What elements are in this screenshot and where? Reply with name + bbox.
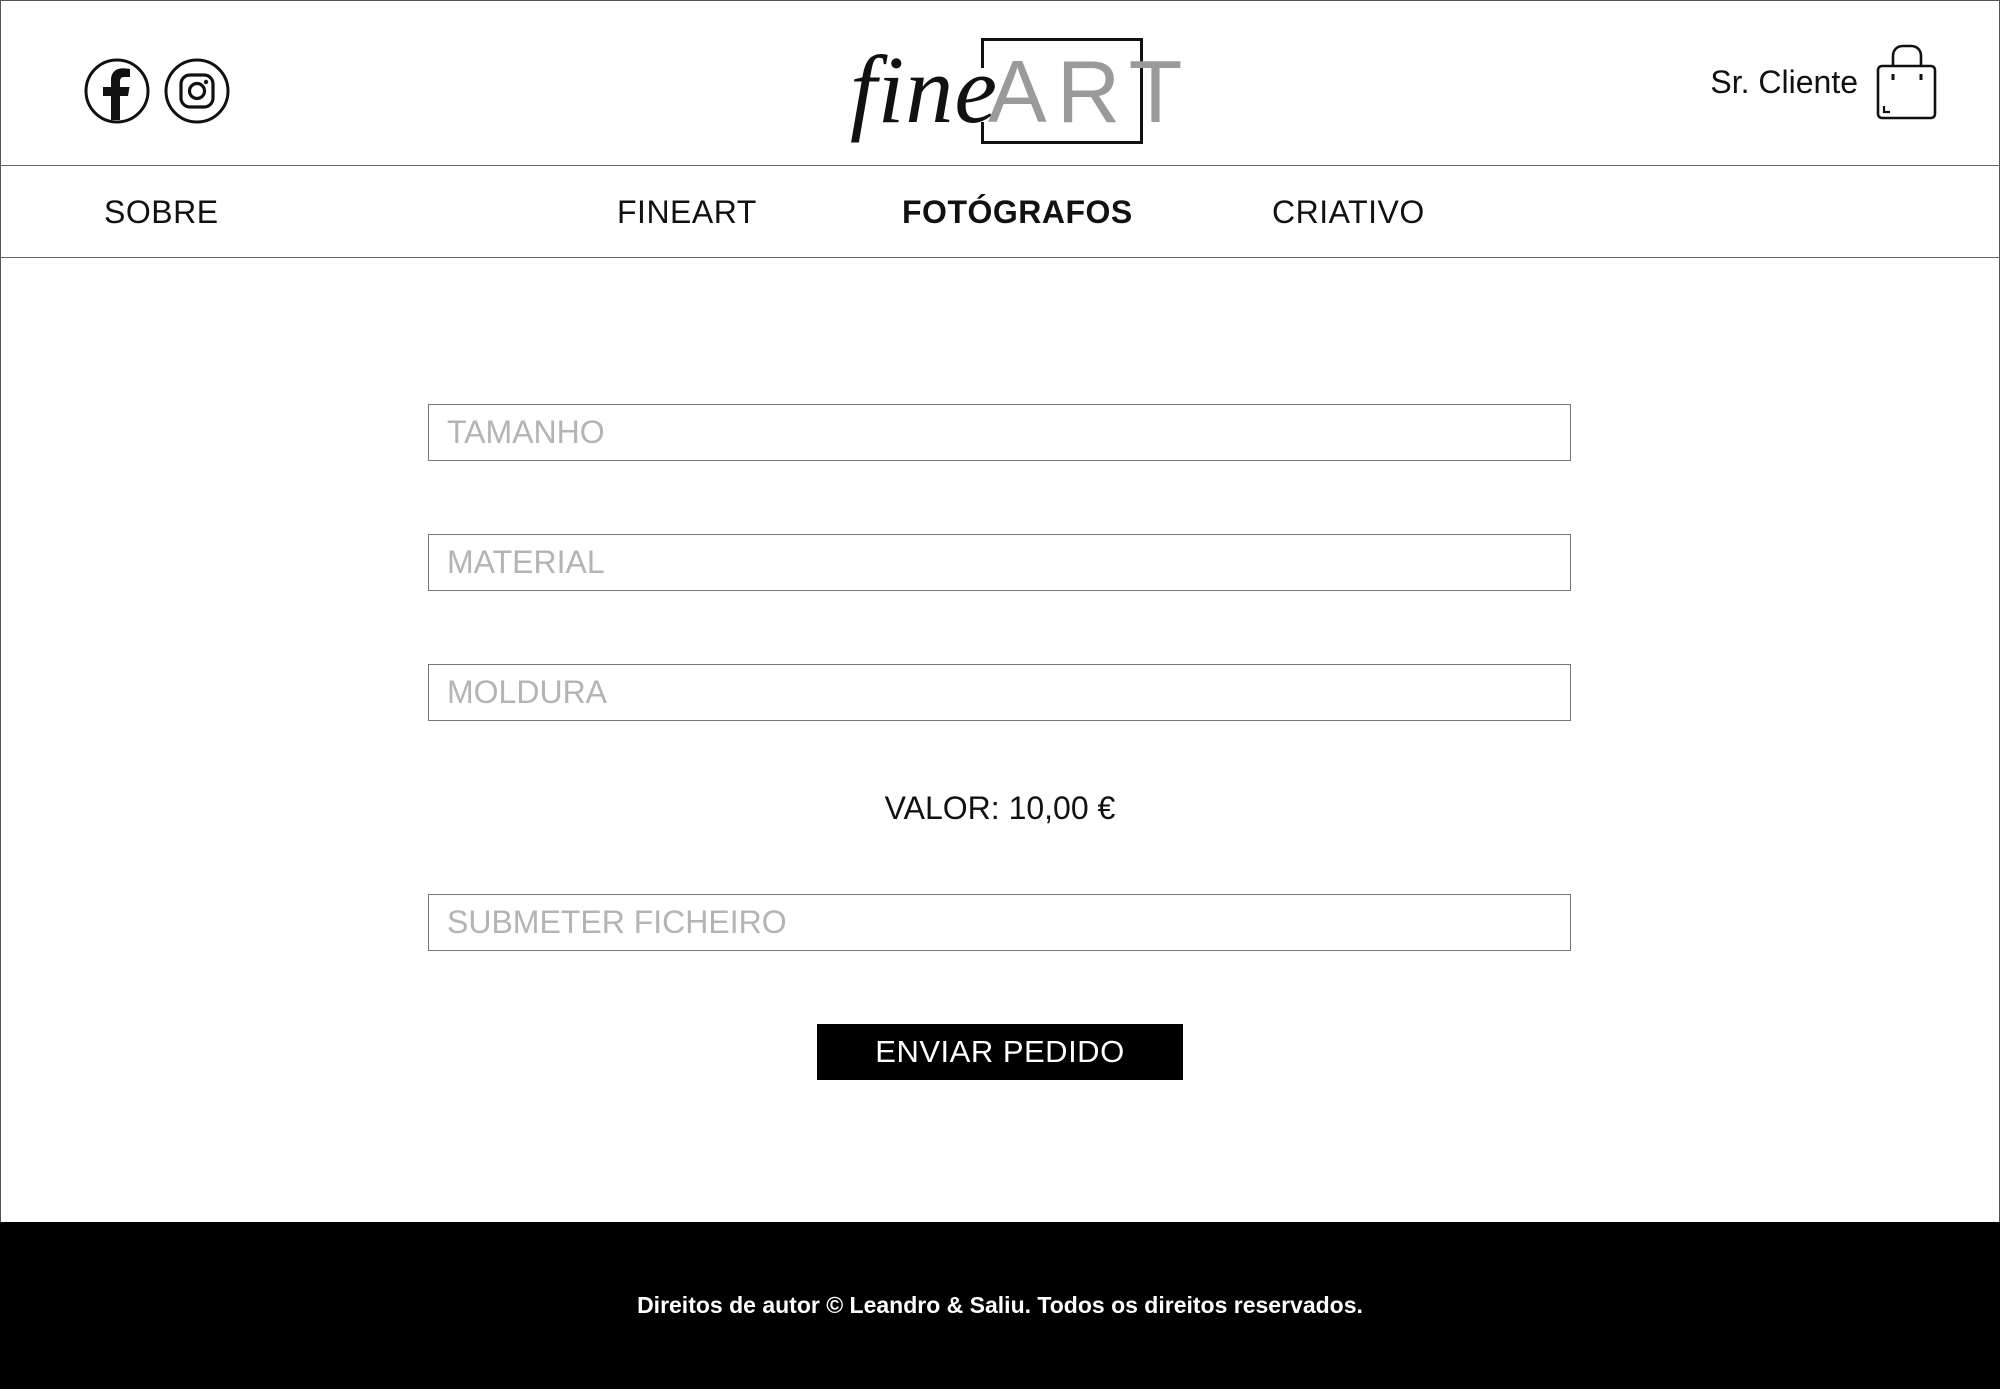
nav-item-fineart[interactable]: FINEART [617,166,757,258]
user-area: Sr. Cliente [1710,44,1938,120]
material-field [428,534,1571,591]
nav-item-criativo[interactable]: CRIATIVO [1272,166,1425,258]
social-links [84,58,230,124]
nav-item-fotografos[interactable]: FOTÓGRAFOS [902,166,1133,258]
instagram-link[interactable] [164,58,230,124]
submit-order-button[interactable]: ENVIAR PEDIDO [817,1024,1183,1080]
instagram-icon [164,58,230,124]
ficheiro-field [428,894,1571,951]
nav-item-sobre[interactable]: SOBRE [104,166,219,258]
logo-script-text: fine [850,36,998,143]
file-upload-input[interactable] [429,895,1570,950]
tamanho-input[interactable] [429,405,1570,460]
copyright-text: Direitos de autor © Leandro & Saliu. Tod… [637,1292,1363,1318]
tamanho-field [428,404,1571,461]
user-name[interactable]: Sr. Cliente [1710,64,1858,101]
facebook-link[interactable] [84,58,150,124]
moldura-field [428,664,1571,721]
material-input[interactable] [429,535,1570,590]
main-nav: SOBRE FINEART FOTÓGRAFOS CRIATIVO [0,166,2000,258]
facebook-icon [84,58,150,124]
shopping-bag-icon[interactable] [1876,44,1938,120]
site-header: fine ART Sr. Cliente [0,0,2000,166]
site-footer: Direitos de autor © Leandro & Saliu. Tod… [0,1222,2000,1389]
logo-box-text: ART [988,42,1193,141]
site-logo[interactable]: fine ART [850,30,1182,150]
moldura-input[interactable] [429,665,1570,720]
price-value: VALOR: 10,00 € [884,790,1116,826]
